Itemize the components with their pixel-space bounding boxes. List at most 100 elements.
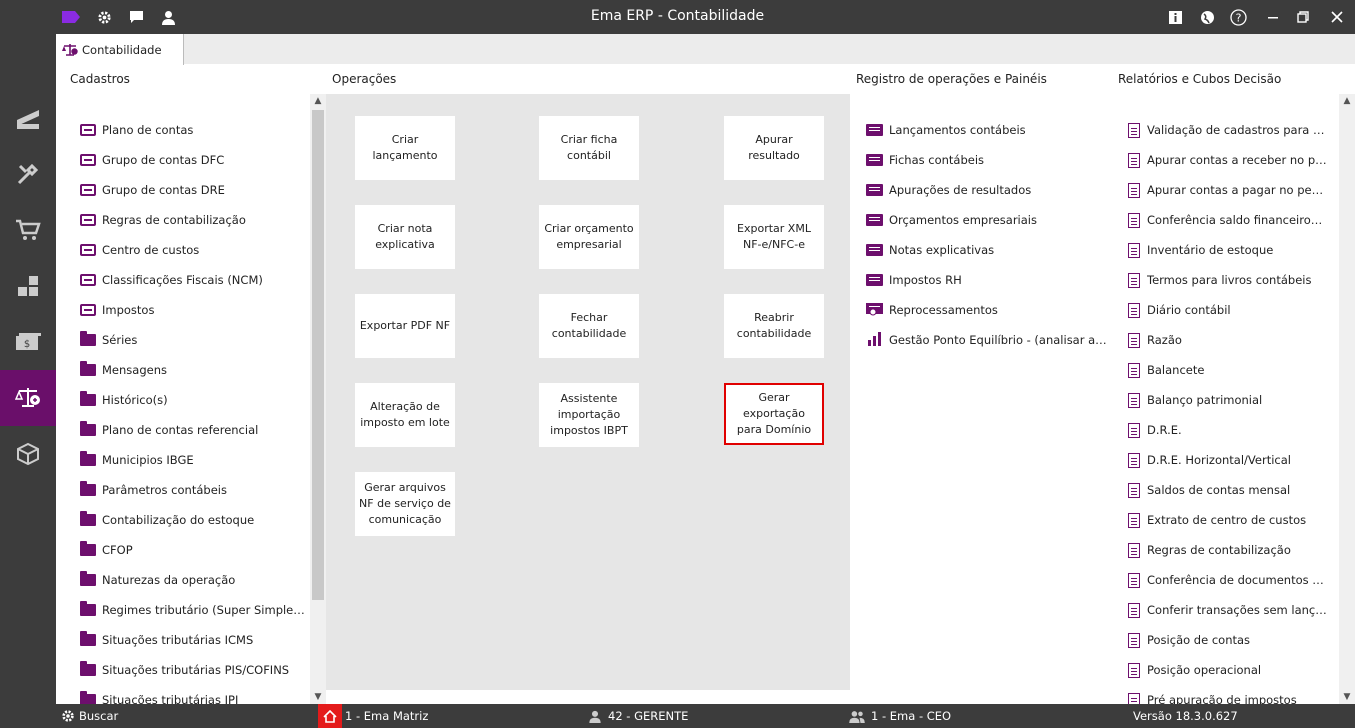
restore-icon[interactable]: [1294, 8, 1312, 26]
role-status[interactable]: 1 - Ema - CEO: [848, 704, 951, 728]
list-item[interactable]: D.R.E. Horizontal/Vertical: [1128, 450, 1291, 470]
list-item[interactable]: Lançamentos contábeis: [866, 120, 1026, 140]
list-item[interactable]: Extrato de centro de custos: [1128, 510, 1306, 530]
list-item[interactable]: Regras de contabilização: [80, 210, 246, 230]
list-item[interactable]: Situações tributárias IPI: [80, 690, 238, 704]
list-item[interactable]: Contabilização do estoque: [80, 510, 254, 530]
list-item[interactable]: Gestão Ponto Equilíbrio - (analisar a…: [866, 330, 1107, 350]
list-item[interactable]: Termos para livros contábeis: [1128, 270, 1311, 290]
list-item[interactable]: Regras de contabilização: [1128, 540, 1291, 560]
list-item-label: Contabilização do estoque: [102, 513, 255, 527]
list-item[interactable]: Situações tributárias PIS/COFINS: [80, 660, 289, 680]
list-item[interactable]: Conferência saldo financeiro…: [1128, 210, 1322, 230]
list-item[interactable]: Histórico(s): [80, 390, 168, 410]
list-item[interactable]: Posição de contas: [1128, 630, 1250, 650]
scroll-down-icon[interactable]: ▼: [310, 690, 326, 704]
list-item[interactable]: Razão: [1128, 330, 1182, 350]
operation-button[interactable]: Apurar resultado: [724, 116, 824, 180]
list-item[interactable]: Séries: [80, 330, 137, 350]
tab-contabilidade[interactable]: Contabilidade: [56, 34, 184, 65]
operation-button[interactable]: Reabrir contabilidade: [724, 294, 824, 358]
operation-button[interactable]: Exportar XML NF-e/NFC-e: [724, 205, 824, 269]
search-button[interactable]: Buscar: [61, 704, 118, 728]
nav-package-icon[interactable]: [0, 426, 56, 482]
list-item[interactable]: Municipios IBGE: [80, 450, 194, 470]
list-item-label: Fichas contábeis: [889, 153, 985, 167]
operation-button[interactable]: Fechar contabilidade: [539, 294, 639, 358]
nav-finance-icon[interactable]: $: [0, 314, 56, 370]
folder-icon: [80, 421, 96, 436]
list-item[interactable]: Plano de contas referencial: [80, 420, 258, 440]
list-item[interactable]: Impostos: [80, 300, 154, 320]
list-item[interactable]: Fichas contábeis: [866, 150, 984, 170]
list-item[interactable]: D.R.E.: [1128, 420, 1182, 440]
user-status[interactable]: 42 - GERENTE: [588, 704, 688, 728]
list-item[interactable]: Balancete: [1128, 360, 1204, 380]
list-item[interactable]: Impostos RH: [866, 270, 962, 290]
list-icon: [866, 184, 883, 196]
list-item[interactable]: Apurações de resultados: [866, 180, 1031, 200]
list-item[interactable]: Grupo de contas DRE: [80, 180, 225, 200]
list-item[interactable]: Pré apuração de impostos: [1128, 690, 1297, 704]
operation-button[interactable]: Criar nota explicativa: [355, 205, 455, 269]
list-item-label: Orçamentos empresariais: [889, 213, 1037, 227]
list-item[interactable]: Conferir transações sem lanç…: [1128, 600, 1327, 620]
list-item[interactable]: Apurar contas a pagar no perí…: [1128, 180, 1327, 200]
operation-button[interactable]: Gerar arquivos NF de serviço de comunica…: [355, 472, 455, 536]
scroll-up-icon[interactable]: ▲: [1339, 94, 1355, 108]
list-item-label: Balancete: [1147, 363, 1205, 377]
list-item[interactable]: Centro de custos: [80, 240, 199, 260]
svg-text:?: ?: [1235, 11, 1241, 24]
list-item[interactable]: Plano de contas: [80, 120, 193, 140]
operation-button[interactable]: Assistente importação impostos IBPT: [539, 383, 639, 447]
scroll-up-icon[interactable]: ▲: [310, 94, 326, 108]
list-item[interactable]: Validação de cadastros para si…: [1128, 120, 1327, 140]
relatorios-scrollbar[interactable]: ▲ ▼: [1339, 94, 1355, 704]
list-item[interactable]: Saldos de contas mensal: [1128, 480, 1290, 500]
list-item[interactable]: CFOP: [80, 540, 133, 560]
company-status[interactable]: 1 - Ema Matriz: [345, 704, 428, 728]
list-item[interactable]: Naturezas da operação: [80, 570, 235, 590]
list-item[interactable]: Classificações Fiscais (NCM): [80, 270, 263, 290]
list-item[interactable]: Conferência de documentos c…: [1128, 570, 1327, 590]
nav-cart-icon[interactable]: [0, 202, 56, 258]
scroll-down-icon[interactable]: ▼: [1339, 690, 1355, 704]
document-icon: [1128, 422, 1140, 438]
operation-button[interactable]: Alteração de imposto em lote: [355, 383, 455, 447]
list-item[interactable]: Balanço patrimonial: [1128, 390, 1262, 410]
list-item[interactable]: Grupo de contas DFC: [80, 150, 224, 170]
globe-icon[interactable]: [1198, 8, 1216, 26]
close-icon[interactable]: [1328, 8, 1346, 26]
list-item[interactable]: Regimes tributário (Super Simple…: [80, 600, 305, 620]
list-item[interactable]: Diário contábil: [1128, 300, 1231, 320]
list-item[interactable]: Parâmetros contábeis: [80, 480, 227, 500]
list-item-label: D.R.E. Horizontal/Vertical: [1147, 453, 1291, 467]
list-item[interactable]: Orçamentos empresariais: [866, 210, 1037, 230]
help-icon[interactable]: ?: [1229, 8, 1247, 26]
operation-button[interactable]: Criar ficha contábil: [539, 116, 639, 180]
operation-button[interactable]: Gerar exportação para Domínio: [724, 383, 824, 445]
list-item[interactable]: Situações tributárias ICMS: [80, 630, 253, 650]
nav-sales-icon[interactable]: [0, 90, 56, 146]
minimize-icon[interactable]: [1264, 8, 1282, 26]
nav-stock-icon[interactable]: [0, 258, 56, 314]
list-item[interactable]: Reprocessamentos: [866, 300, 998, 320]
operation-button[interactable]: Exportar PDF NF: [355, 294, 455, 358]
cadastros-header: Cadastros: [70, 72, 130, 86]
nav-tools-icon[interactable]: [0, 146, 56, 202]
list-item[interactable]: Inventário de estoque: [1128, 240, 1273, 260]
list-item-label: Reprocessamentos: [889, 303, 998, 317]
home-icon[interactable]: [318, 704, 342, 728]
nav-accounting-icon[interactable]: [0, 370, 56, 426]
list-item[interactable]: Posição operacional: [1128, 660, 1261, 680]
tab-label: Contabilidade: [82, 42, 162, 57]
relatorios-list: Validação de cadastros para si… Apurar co…: [1112, 94, 1355, 704]
list-item[interactable]: Apurar contas a receber no p…: [1128, 150, 1327, 170]
operation-button[interactable]: Criar lançamento: [355, 116, 455, 180]
operation-button[interactable]: Criar orçamento empresarial: [539, 205, 639, 269]
list-item[interactable]: Notas explicativas: [866, 240, 994, 260]
scroll-thumb[interactable]: [312, 110, 324, 600]
list-item[interactable]: Mensagens: [80, 360, 167, 380]
cadastros-scrollbar[interactable]: ▲ ▼: [310, 94, 326, 704]
info-icon[interactable]: [1166, 8, 1184, 26]
